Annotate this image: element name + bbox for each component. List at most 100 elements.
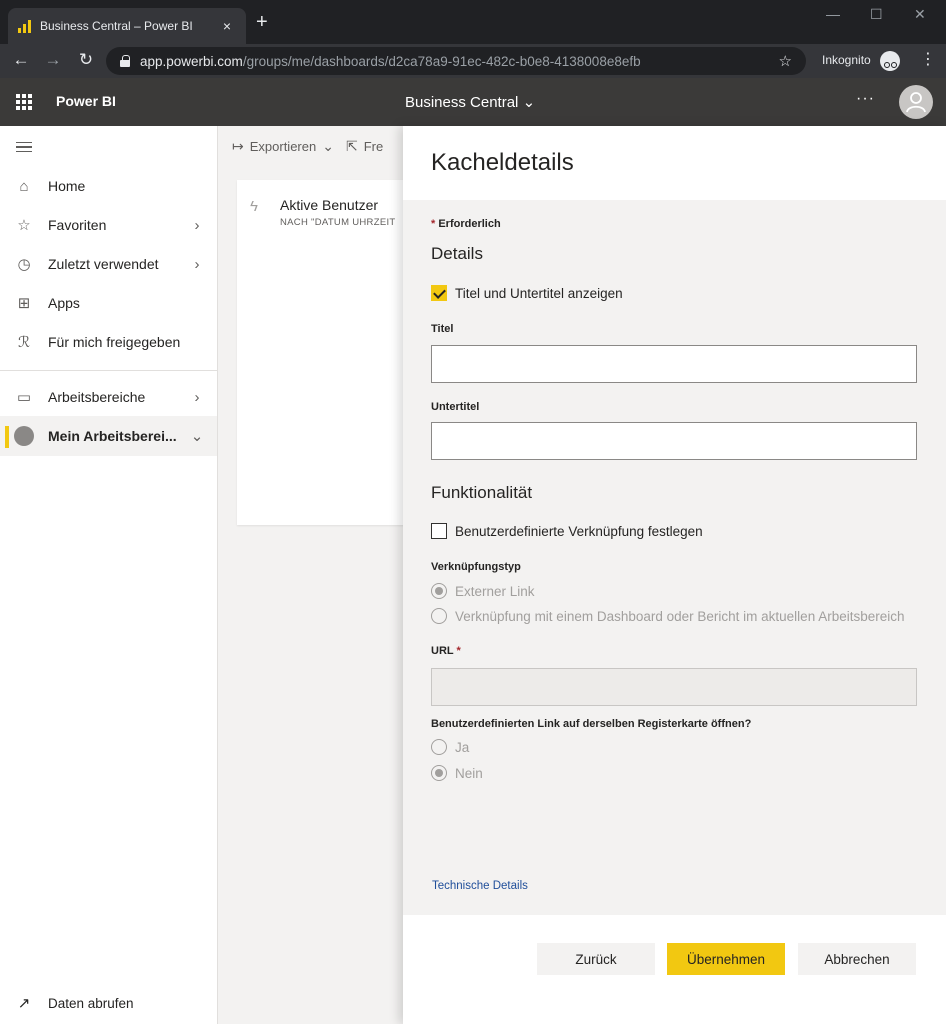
nav-item-label: Apps [48, 295, 80, 311]
browser-tabbar: Business Central – Power BI × + — ☐ ✕ [0, 0, 946, 44]
dashboard-tile[interactable]: ϟ Aktive Benutzer NACH "DATUM UHRZEIT [237, 180, 407, 525]
chevron-right-icon[interactable]: › [177, 256, 217, 273]
new-tab-icon[interactable]: + [256, 12, 268, 32]
export-button[interactable]: Exportieren [250, 139, 316, 154]
show-title-checkbox[interactable] [431, 285, 447, 301]
share-button[interactable]: Fre [364, 139, 384, 154]
radio-label: Verknüpfung mit einem Dashboard oder Ber… [455, 608, 905, 624]
workspace-title: Business Central [405, 94, 519, 111]
custom-link-checkbox-row[interactable]: Benutzerdefinierte Verknüpfung festlegen [431, 523, 703, 539]
shared-icon: ℛ [18, 334, 30, 351]
close-tab-icon[interactable]: × [218, 18, 236, 34]
link-type-external-radio-row[interactable]: Externer Link [431, 583, 535, 599]
tile-subtitle: NACH "DATUM UHRZEIT [280, 217, 396, 228]
required-star: * [431, 218, 436, 230]
chevron-down-icon: ⌄ [522, 94, 536, 111]
workspace-title-dropdown[interactable]: Business Central ⌄ [405, 93, 535, 111]
apply-button[interactable]: Übernehmen [667, 943, 785, 975]
url-label: URL * [431, 645, 461, 657]
link-type-dashboard-radio[interactable] [431, 608, 447, 624]
lock-icon [120, 55, 130, 67]
browser-menu-icon[interactable]: ⋮ [920, 52, 936, 68]
back-button[interactable]: Zurück [537, 943, 655, 975]
same-tab-no-radio[interactable] [431, 765, 447, 781]
details-heading: Details [431, 244, 483, 263]
chevron-right-icon[interactable]: › [177, 389, 217, 406]
required-star: * [456, 645, 461, 657]
subtitle-input[interactable] [431, 422, 917, 460]
chevron-down-icon[interactable]: ⌄ [177, 427, 217, 445]
share-icon: ⇱ [345, 137, 358, 154]
technical-details-link[interactable]: Technische Details [432, 880, 528, 892]
chevron-down-icon[interactable]: ⌄ [322, 138, 334, 155]
minimize-icon[interactable]: — [826, 6, 840, 22]
subtitle-label: Untertitel [431, 401, 480, 413]
url-input[interactable] [431, 668, 917, 706]
url-label-text: URL [431, 645, 454, 657]
pane-title: Kacheldetails [431, 149, 574, 176]
same-tab-yes-radio-row[interactable]: Ja [431, 739, 469, 755]
title-input[interactable] [431, 345, 917, 383]
workspaces-icon: ▭ [16, 389, 32, 406]
nav-item-favorites[interactable]: ☆ Favoriten › [0, 205, 217, 245]
arrow-up-right-icon: ↗ [17, 995, 31, 1012]
nav-item-recent[interactable]: ◷ Zuletzt verwendet › [0, 244, 217, 284]
more-options-icon[interactable]: ··· [856, 90, 875, 108]
incognito-label: Inkognito [822, 53, 871, 67]
home-icon: ⌂ [19, 177, 29, 195]
url-input[interactable]: app.powerbi.com/groups/me/dashboards/d2c… [106, 47, 806, 75]
same-tab-no-radio-row[interactable]: Nein [431, 765, 483, 781]
nav-item-home[interactable]: ⌂ Home [0, 166, 217, 206]
close-window-icon[interactable]: ✕ [914, 6, 926, 23]
powerbi-header: Power BI Business Central ⌄ ··· [0, 78, 946, 126]
link-type-label: Verknüpfungstyp [431, 561, 521, 573]
required-note-label: Erforderlich [438, 218, 501, 230]
app-launcher-icon[interactable] [16, 94, 32, 110]
nav-item-apps[interactable]: ⊞ Apps [0, 283, 217, 323]
browser-addressbar: ← → ↻ app.powerbi.com/groups/me/dashboar… [0, 44, 946, 78]
reload-icon[interactable]: ↻ [75, 50, 97, 70]
radio-label: Ja [455, 739, 470, 755]
browser-tab[interactable]: Business Central – Power BI × [8, 8, 246, 44]
nav-item-my-workspace[interactable]: Mein Arbeitsberei... ⌄ [0, 416, 217, 456]
forward-arrow-icon[interactable]: → [42, 50, 64, 70]
required-note: * Erforderlich [431, 218, 501, 230]
incognito-icon[interactable] [880, 51, 900, 71]
title-label: Titel [431, 323, 454, 335]
export-icon: ↦ [232, 137, 244, 154]
left-navigation: ⌂ Home ☆ Favoriten › ◷ Zuletzt verwendet… [0, 126, 218, 1024]
url-path: /groups/me/dashboards/d2ca78a9-91ec-482c… [242, 53, 641, 69]
nav-item-label: Mein Arbeitsberei... [48, 428, 177, 444]
get-data-button[interactable]: ↗ Daten abrufen [0, 985, 217, 1021]
hamburger-menu-icon[interactable] [16, 142, 32, 152]
back-arrow-icon[interactable]: ← [10, 50, 32, 70]
star-icon: ☆ [17, 217, 31, 234]
custom-link-checkbox[interactable] [431, 523, 447, 539]
nav-item-label: Arbeitsbereiche [48, 389, 146, 405]
tile-details-pane: Kacheldetails * Erforderlich Details Tit… [403, 126, 946, 1024]
radio-label: Nein [455, 765, 483, 781]
nav-item-label: Home [48, 178, 86, 194]
nav-item-workspaces[interactable]: ▭ Arbeitsbereiche › [0, 377, 217, 417]
link-type-external-radio[interactable] [431, 583, 447, 599]
chevron-right-icon[interactable]: › [177, 217, 217, 234]
same-tab-yes-radio[interactable] [431, 739, 447, 755]
cancel-button[interactable]: Abbrechen [798, 943, 916, 975]
maximize-icon[interactable]: ☐ [870, 6, 883, 23]
my-workspace-icon [14, 426, 34, 446]
app-name[interactable]: Power BI [56, 93, 116, 109]
show-title-checkbox-label: Titel und Untertitel anzeigen [455, 285, 623, 301]
custom-link-checkbox-label: Benutzerdefinierte Verknüpfung festlegen [455, 523, 703, 539]
show-title-checkbox-row[interactable]: Titel und Untertitel anzeigen [431, 285, 623, 301]
person-icon [906, 92, 926, 113]
nav-item-shared[interactable]: ℛ Für mich freigegeben [0, 322, 217, 362]
pane-footer: Zurück Übernehmen Abbrechen [403, 915, 946, 1024]
dashboard-toolbar: ↦ Exportieren ⌄ ⇱ Fre [218, 126, 404, 166]
nav-divider [0, 370, 217, 371]
link-type-dashboard-radio-row[interactable]: Verknüpfung mit einem Dashboard oder Ber… [431, 608, 905, 624]
user-avatar[interactable] [899, 85, 933, 119]
nav-item-label: Favoriten [48, 217, 107, 233]
nav-item-label: Für mich freigegeben [48, 334, 181, 350]
bookmark-star-icon[interactable]: ☆ [779, 52, 792, 70]
browser-tab-title: Business Central – Power BI [40, 19, 193, 33]
